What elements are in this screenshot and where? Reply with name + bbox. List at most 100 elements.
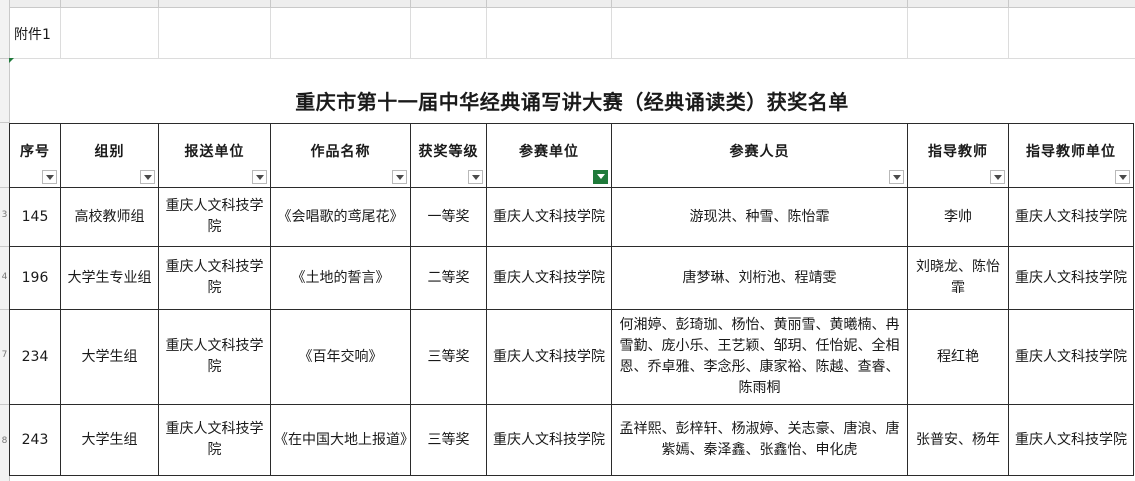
header-label: 参赛单位 [519, 144, 579, 160]
filter-dropdown-icon[interactable] [889, 170, 904, 184]
column-divider[interactable] [1008, 0, 1009, 7]
cell-award[interactable]: 二等奖 [410, 246, 487, 310]
cell-seq[interactable]: 234 [9, 309, 61, 405]
filter-dropdown-icon[interactable] [252, 170, 267, 184]
header-label: 指导教师单位 [1026, 144, 1116, 160]
cell-participant-unit[interactable]: 重庆人文科技学院 [486, 187, 612, 247]
column-divider[interactable] [611, 0, 612, 7]
header-cell[interactable]: 组别 [60, 123, 159, 188]
gridline [486, 8, 487, 58]
cell-participants[interactable]: 何湘婷、彭琦珈、杨怡、黄丽雪、黄曦楠、冉雪勤、庞小乐、王艺颖、邹玥、任怡妮、全相… [611, 309, 908, 405]
row-divider [0, 58, 9, 59]
filter-dropdown-icon[interactable] [140, 170, 155, 184]
header-label: 报送单位 [184, 144, 245, 160]
filter-dropdown-icon[interactable] [392, 170, 407, 184]
cell-participant-unit[interactable]: 重庆人文科技学院 [486, 404, 612, 476]
table-row: 196 大学生专业组 重庆人文科技学院 《土地的誓言》 二等奖 重庆人文科技学院… [9, 246, 1134, 310]
row-number[interactable]: 4 [0, 272, 9, 282]
header-cell[interactable]: 指导教师单位 [1008, 123, 1134, 188]
gridline [907, 8, 908, 58]
filter-dropdown-icon[interactable] [42, 170, 57, 184]
row-number[interactable]: 8 [0, 436, 9, 446]
table-row: 243 大学生组 重庆人文科技学院 《在中国大地上报道》 三等奖 重庆人文科技学… [9, 404, 1134, 476]
page-title[interactable]: 重庆市第十一届中华经典诵写讲大赛（经典诵读类）获奖名单 [9, 86, 1135, 115]
row-divider [0, 246, 9, 247]
cell-group[interactable]: 大学生组 [60, 309, 159, 405]
row-divider [0, 187, 9, 188]
cell-submit-unit[interactable]: 重庆人文科技学院 [158, 309, 271, 405]
attachment-label[interactable]: 附件1 [14, 24, 51, 44]
cell-comment-marker [9, 58, 14, 63]
cell-work[interactable]: 《在中国大地上报道》 [270, 404, 411, 476]
column-divider[interactable] [410, 0, 411, 7]
header-label: 组别 [94, 144, 125, 160]
cell-teacher-unit[interactable]: 重庆人文科技学院 [1008, 309, 1134, 405]
cell-submit-unit[interactable]: 重庆人文科技学院 [158, 246, 271, 310]
table-row: 145 高校教师组 重庆人文科技学院 《会唱歌的鸢尾花》 一等奖 重庆人文科技学… [9, 187, 1134, 247]
column-divider[interactable] [486, 0, 487, 7]
header-label: 获奖等级 [418, 144, 479, 160]
cell-group[interactable]: 大学生组 [60, 404, 159, 476]
header-label: 序号 [20, 144, 50, 160]
row-divider [0, 309, 9, 310]
cell-work[interactable]: 《会唱歌的鸢尾花》 [270, 187, 411, 247]
gridline [270, 8, 271, 58]
row-divider [0, 404, 9, 405]
cell-participants[interactable]: 孟祥熙、彭梓轩、杨淑婷、关志豪、唐浪、唐紫嫣、秦泽鑫、张鑫怡、申化虎 [611, 404, 908, 476]
cell-group[interactable]: 大学生专业组 [60, 246, 159, 310]
gridline [611, 8, 612, 58]
cell-work[interactable]: 《百年交响》 [270, 309, 411, 405]
cell-teacher[interactable]: 李帅 [907, 187, 1009, 247]
gridline [60, 8, 61, 58]
cell-seq[interactable]: 196 [9, 246, 61, 310]
cell-submit-unit[interactable]: 重庆人文科技学院 [158, 404, 271, 476]
column-divider[interactable] [158, 0, 159, 7]
cell-participant-unit[interactable]: 重庆人文科技学院 [486, 246, 612, 310]
cell-teacher[interactable]: 程红艳 [907, 309, 1009, 405]
filter-active-icon[interactable] [593, 170, 608, 184]
header-cell[interactable]: 报送单位 [158, 123, 271, 188]
filter-dropdown-icon[interactable] [468, 170, 483, 184]
cell-award[interactable]: 三等奖 [410, 404, 487, 476]
cell-submit-unit[interactable]: 重庆人文科技学院 [158, 187, 271, 247]
gridline [410, 8, 411, 58]
header-cell[interactable]: 序号 [9, 123, 61, 188]
cell-seq[interactable]: 243 [9, 404, 61, 476]
cell-participant-unit[interactable]: 重庆人文科技学院 [486, 309, 612, 405]
gridline [1008, 8, 1009, 58]
gridline [9, 58, 1135, 59]
cell-award[interactable]: 一等奖 [410, 187, 487, 247]
cell-teacher-unit[interactable]: 重庆人文科技学院 [1008, 404, 1134, 476]
header-label: 指导教师 [928, 144, 988, 160]
column-divider[interactable] [60, 0, 61, 7]
row-number[interactable]: 7 [0, 350, 9, 360]
cell-teacher-unit[interactable]: 重庆人文科技学院 [1008, 246, 1134, 310]
spreadsheet: 3 4 7 8 附件1 重庆市第十一届中华经典诵写讲大赛（经典诵读类）获奖名单 … [0, 0, 1135, 481]
header-cell[interactable]: 获奖等级 [410, 123, 487, 188]
cell-teacher-unit[interactable]: 重庆人文科技学院 [1008, 187, 1134, 247]
column-header-strip[interactable] [0, 0, 1135, 8]
cell-teacher[interactable]: 张普安、杨年 [907, 404, 1009, 476]
header-label: 参赛人员 [729, 144, 790, 160]
row-number[interactable]: 3 [0, 210, 9, 220]
header-cell[interactable]: 参赛单位 [486, 123, 612, 188]
cell-teacher[interactable]: 刘晓龙、陈怡霏 [907, 246, 1009, 310]
cell-participants[interactable]: 游现洪、种雪、陈怡霏 [611, 187, 908, 247]
header-cell[interactable]: 参赛人员 [611, 123, 908, 188]
table-header-row: 序号 组别 报送单位 作品名称 获奖等级 参赛单位 参赛人员 指导教师 指导教师… [9, 123, 1134, 188]
filter-dropdown-icon[interactable] [990, 170, 1005, 184]
gridline [158, 8, 159, 58]
column-divider[interactable] [907, 0, 908, 7]
table-row: 234 大学生组 重庆人文科技学院 《百年交响》 三等奖 重庆人文科技学院 何湘… [9, 309, 1134, 405]
filter-dropdown-icon[interactable] [1115, 170, 1130, 184]
cell-work[interactable]: 《土地的誓言》 [270, 246, 411, 310]
cell-award[interactable]: 三等奖 [410, 309, 487, 405]
award-table: 序号 组别 报送单位 作品名称 获奖等级 参赛单位 参赛人员 指导教师 指导教师… [9, 123, 1134, 476]
column-divider[interactable] [270, 0, 271, 7]
cell-seq[interactable]: 145 [9, 187, 61, 247]
header-cell[interactable]: 指导教师 [907, 123, 1009, 188]
cell-participants[interactable]: 唐梦琳、刘桁池、程靖雯 [611, 246, 908, 310]
header-cell[interactable]: 作品名称 [270, 123, 411, 188]
cell-group[interactable]: 高校教师组 [60, 187, 159, 247]
row-divider [0, 122, 9, 123]
